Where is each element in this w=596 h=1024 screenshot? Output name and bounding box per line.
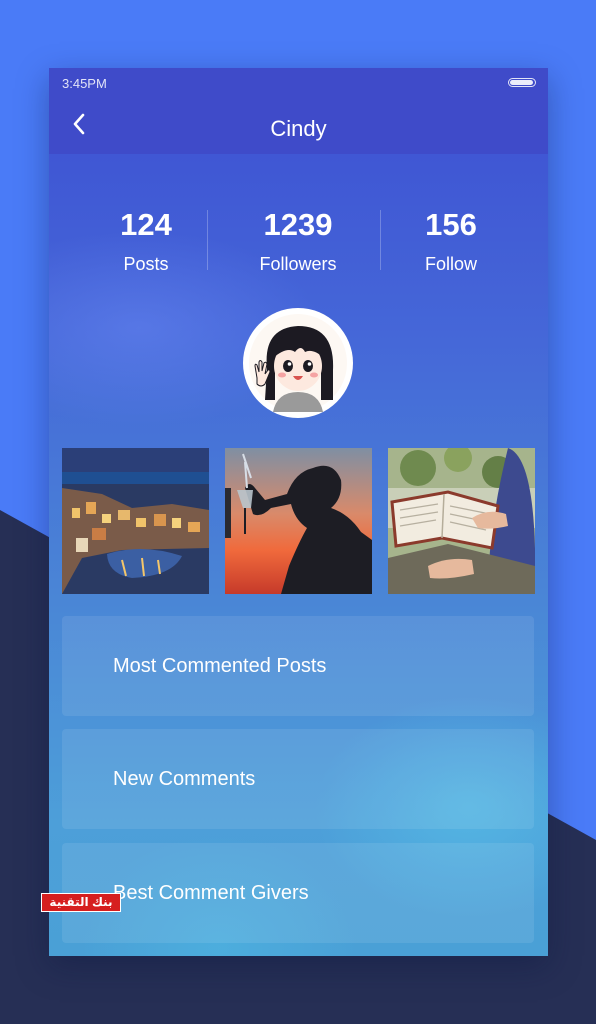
- menu-item-most-commented[interactable]: Most Commented Posts: [62, 616, 534, 716]
- silhouette-toast-photo-icon: [225, 448, 372, 594]
- page-title: Cindy: [270, 116, 327, 141]
- reading-book-photo-icon: [388, 448, 535, 594]
- followers-count: 1239: [263, 207, 333, 242]
- avatar[interactable]: [243, 308, 353, 418]
- posts-count: 124: [120, 207, 172, 242]
- phone-screen: 3:45PM Cindy 124 Posts 1239 Followers 15…: [49, 68, 548, 956]
- posts-label: Posts: [123, 254, 169, 274]
- photo-thumbnail[interactable]: [388, 448, 535, 594]
- menu-item-label: Most Commented Posts: [113, 655, 327, 677]
- top-bar: 3:45PM Cindy: [49, 68, 548, 154]
- stat-followers[interactable]: 1239 Followers: [228, 206, 368, 275]
- menu-item-best-comment-givers[interactable]: Best Comment Givers: [62, 843, 534, 943]
- stat-posts[interactable]: 124 Posts: [76, 206, 216, 275]
- battery-icon: [508, 78, 536, 87]
- followers-label: Followers: [259, 254, 337, 274]
- follow-label: Follow: [424, 254, 477, 274]
- follow-count: 156: [425, 207, 477, 242]
- menu-item-new-comments[interactable]: New Comments: [62, 729, 534, 829]
- backdrop: 3:45PM Cindy 124 Posts 1239 Followers 15…: [0, 0, 596, 1024]
- photo-thumbnail[interactable]: [225, 448, 372, 594]
- status-time: 3:45PM: [62, 76, 107, 91]
- menu-item-label: New Comments: [113, 768, 256, 790]
- stat-follow[interactable]: 156 Follow: [381, 206, 521, 275]
- stat-divider: [207, 210, 208, 270]
- coastal-village-photo-icon: [62, 448, 209, 594]
- cartoon-girl-avatar-icon: [249, 314, 347, 412]
- battery-level: [510, 80, 534, 85]
- watermark-logo: بنك التقنية: [41, 893, 121, 912]
- photo-thumbnail[interactable]: [62, 448, 209, 594]
- menu-item-label: Best Comment Givers: [113, 882, 309, 904]
